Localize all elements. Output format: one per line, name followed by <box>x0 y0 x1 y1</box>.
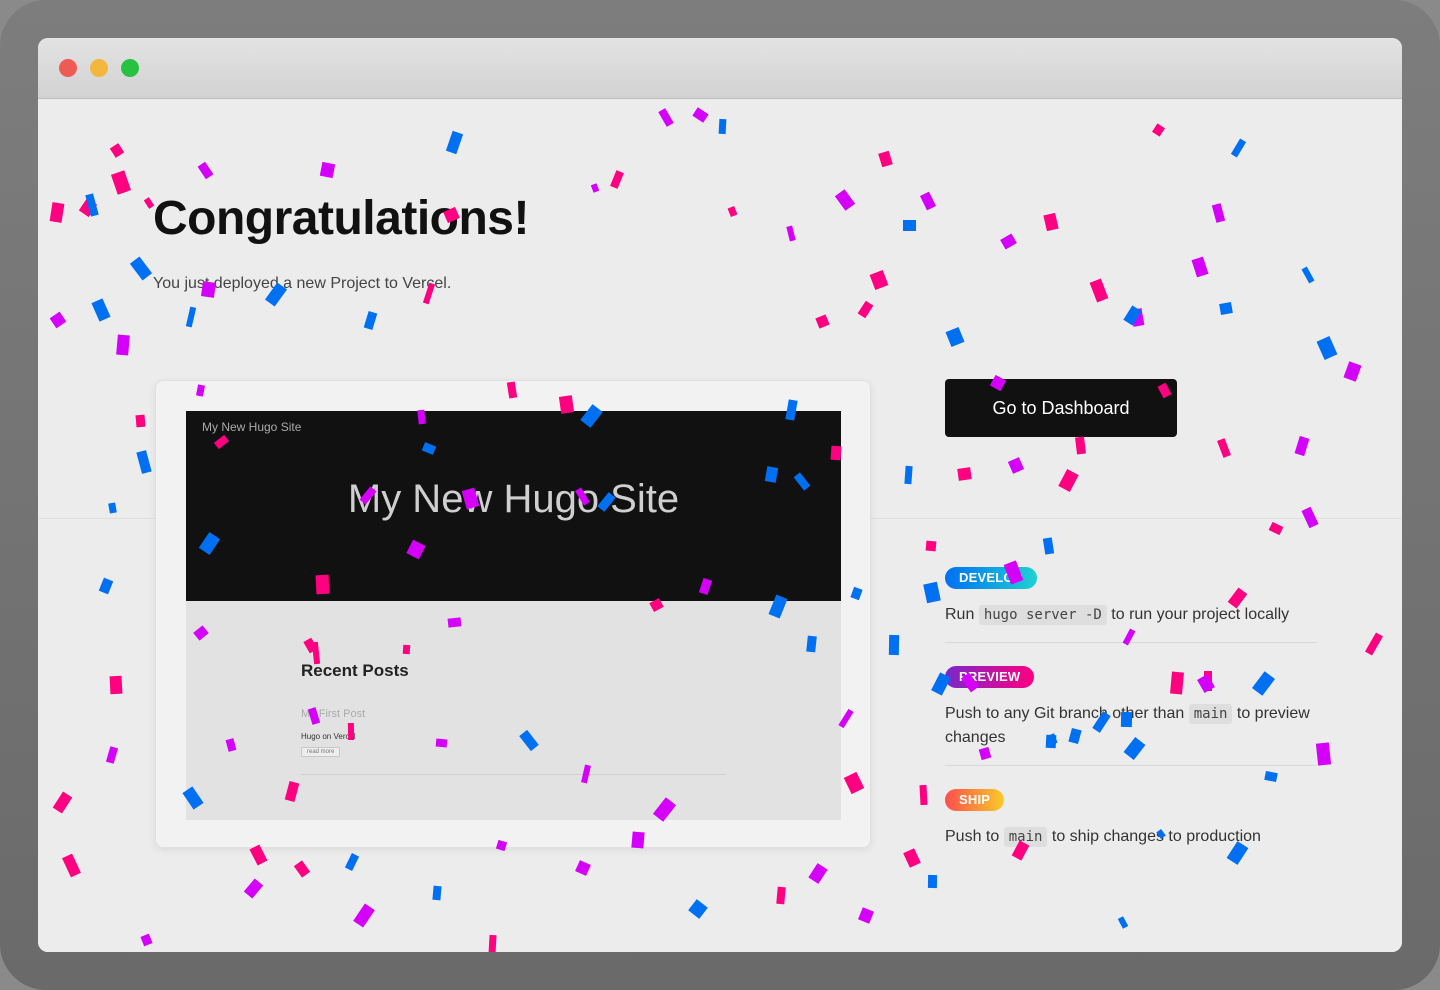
develop-code: hugo server -D <box>978 605 1107 625</box>
develop-text-after: to run your project locally <box>1111 606 1290 623</box>
post-description: Hugo on Vercel <box>301 732 356 741</box>
page-title: Congratulations! <box>153 192 529 245</box>
device-frame: Congratulations! You just deployed a new… <box>0 0 1440 990</box>
site-screenshot[interactable]: My New Hugo Site My New Hugo Site Recent… <box>186 411 841 820</box>
ship-text: Push to main to ship changes to producti… <box>945 825 1325 849</box>
develop-text-before: Run <box>945 606 975 623</box>
preview-badge: PREVIEW <box>945 666 1035 688</box>
site-hero: My New Hugo Site My New Hugo Site <box>186 411 841 601</box>
window-titlebar <box>38 38 1402 99</box>
step-preview: PREVIEW Push to any Git branch other tha… <box>945 666 1325 750</box>
ship-code: main <box>1003 827 1048 847</box>
close-window-button[interactable] <box>59 59 77 77</box>
page-subtitle: You just deployed a new Project to Verce… <box>153 275 452 292</box>
ship-text-before: Push to <box>945 828 1000 845</box>
browser-window: Congratulations! You just deployed a new… <box>38 38 1402 952</box>
ship-text-after: to ship changes to production <box>1051 828 1261 845</box>
minimize-window-button[interactable] <box>90 59 108 77</box>
step-develop: DEVELOP Run hugo server -D to run your p… <box>945 567 1325 627</box>
site-nav-title: My New Hugo Site <box>202 420 302 434</box>
develop-text: Run hugo server -D to run your project l… <box>945 603 1325 627</box>
page-content: Congratulations! You just deployed a new… <box>38 99 1402 952</box>
step-divider <box>945 642 1317 643</box>
read-more-button: read more <box>301 747 341 757</box>
recent-posts-heading: Recent Posts <box>301 661 409 680</box>
preview-text: Push to any Git branch other than main t… <box>945 702 1325 750</box>
step-divider <box>945 765 1317 766</box>
deployment-preview-card[interactable]: My New Hugo Site My New Hugo Site Recent… <box>155 380 871 848</box>
maximize-window-button[interactable] <box>121 59 139 77</box>
develop-badge: DEVELOP <box>945 567 1037 589</box>
preview-text-before: Push to any Git branch other than <box>945 705 1185 722</box>
preview-code: main <box>1188 704 1233 724</box>
post-title: My First Post <box>301 708 366 720</box>
step-ship: SHIP Push to main to ship changes to pro… <box>945 789 1325 849</box>
ship-badge: SHIP <box>945 789 1005 811</box>
post-divider <box>301 774 726 775</box>
site-hero-title: My New Hugo Site <box>347 477 680 521</box>
go-to-dashboard-button[interactable]: Go to Dashboard <box>945 379 1177 437</box>
